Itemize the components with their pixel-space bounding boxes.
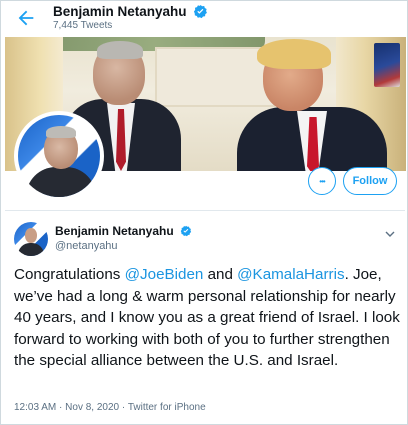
follow-button[interactable]: Follow bbox=[343, 167, 397, 195]
header-name: Benjamin Netanyahu bbox=[53, 4, 187, 19]
tweet-count: 7,445 Tweets bbox=[53, 20, 113, 31]
tweet-author-avatar[interactable] bbox=[14, 222, 48, 256]
tweet-metadata: 12:03 AM · Nov 8, 2020 · Twitter for iPh… bbox=[14, 402, 206, 413]
section-divider bbox=[5, 210, 405, 211]
avatar-face bbox=[25, 228, 37, 243]
more-horizontal-icon: ••• bbox=[319, 176, 325, 186]
banner-person-left-hair bbox=[97, 41, 143, 59]
follow-button-label: Follow bbox=[352, 175, 388, 187]
tweet-source[interactable]: Twitter for iPhone bbox=[128, 402, 206, 413]
more-options-button[interactable]: ••• bbox=[308, 167, 336, 195]
meta-separator: · bbox=[119, 402, 128, 413]
tweet-author-name-text: Benjamin Netanyahu bbox=[55, 224, 174, 238]
profile-avatar[interactable] bbox=[14, 111, 104, 201]
tweet-time[interactable]: 12:03 AM bbox=[14, 402, 56, 413]
tweet-text-part: and bbox=[203, 266, 238, 283]
banner-flag bbox=[374, 43, 400, 87]
arrow-left-icon[interactable] bbox=[15, 7, 37, 29]
tweet-author-handle[interactable]: @netanyahu bbox=[55, 240, 118, 252]
tweet-text-part: Congratulations bbox=[14, 266, 125, 283]
mention-link[interactable]: @KamalaHarris bbox=[237, 266, 344, 283]
mention-link[interactable]: @JoeBiden bbox=[125, 266, 204, 283]
profile-header: Benjamin Netanyahu 7,445 Tweets bbox=[1, 1, 407, 37]
profile-frame: Benjamin Netanyahu 7,445 Tweets ••• Foll… bbox=[0, 0, 408, 425]
tweet-text: Congratulations @JoeBiden and @KamalaHar… bbox=[14, 264, 402, 372]
avatar-hair bbox=[46, 126, 76, 138]
header-title: Benjamin Netanyahu bbox=[53, 4, 208, 19]
banner-person-right-hair bbox=[257, 39, 331, 69]
tweet-author-name[interactable]: Benjamin Netanyahu bbox=[55, 224, 192, 238]
verified-badge-icon bbox=[180, 225, 192, 237]
meta-separator: · bbox=[56, 402, 66, 413]
verified-badge-icon bbox=[193, 4, 208, 19]
chevron-down-icon[interactable] bbox=[385, 225, 395, 237]
tweet-date[interactable]: Nov 8, 2020 bbox=[65, 402, 119, 413]
